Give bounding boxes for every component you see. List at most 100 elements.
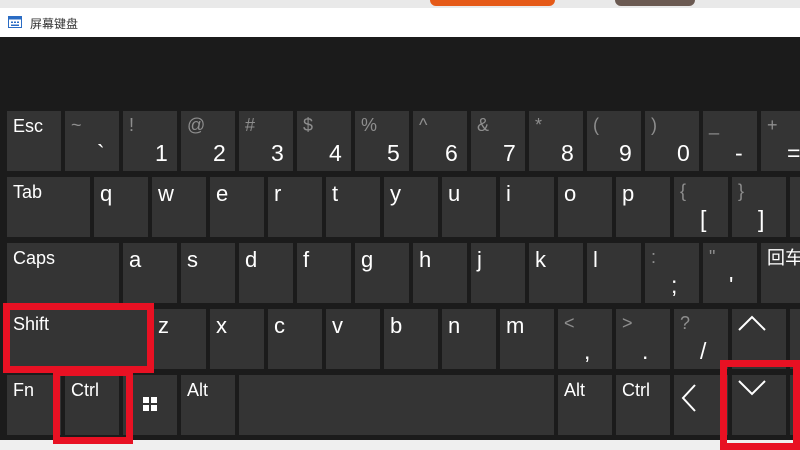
key-x-label: x: [216, 313, 227, 338]
key-comma[interactable]: < ,: [558, 309, 612, 369]
arrow-left-icon: [681, 384, 696, 412]
key-left-bracket[interactable]: { [: [674, 177, 728, 237]
key-alt-left[interactable]: Alt: [181, 375, 235, 435]
key-5[interactable]: % 5: [355, 111, 409, 171]
key-r[interactable]: r: [268, 177, 322, 237]
key-8[interactable]: * 8: [529, 111, 583, 171]
key-2[interactable]: @ 2: [181, 111, 235, 171]
key-g-label: g: [361, 247, 374, 272]
highlight-ctrl-box: [53, 369, 133, 444]
key-d[interactable]: d: [239, 243, 293, 303]
key-semicolon-label: ;: [671, 272, 678, 298]
windows-logo-icon: [143, 397, 157, 411]
key-ctrl-right[interactable]: Ctrl: [616, 375, 670, 435]
key-fn-label: Fn: [13, 380, 35, 400]
key-c[interactable]: c: [268, 309, 322, 369]
highlight-shift-box: [3, 303, 154, 373]
key-e[interactable]: e: [210, 177, 264, 237]
key-4[interactable]: $ 4: [297, 111, 351, 171]
title-bar[interactable]: 屏幕键盘: [0, 8, 800, 37]
key-o-label: o: [564, 181, 577, 206]
key-left-bracket-label: [: [700, 206, 707, 232]
key-m-label: m: [506, 313, 525, 338]
key-3-label: 3: [271, 140, 284, 166]
key-quote[interactable]: " ': [703, 243, 757, 303]
key-q[interactable]: q: [94, 177, 148, 237]
key-j-label: j: [477, 247, 482, 272]
key-m[interactable]: m: [500, 309, 554, 369]
keyboard-header: [0, 37, 800, 105]
key-3-shift-label: #: [245, 115, 256, 135]
key-left-bracket-shift-label: {: [680, 181, 687, 201]
key-z-label: z: [158, 313, 169, 338]
key-b[interactable]: b: [384, 309, 438, 369]
key-equals-shift-label: +: [767, 115, 778, 135]
key-backtick-shift-label: ~: [71, 115, 82, 135]
key-minus-label: -: [735, 140, 743, 166]
key-6-label: 6: [445, 140, 458, 166]
key-w-label: w: [158, 181, 174, 206]
key-e-label: e: [216, 181, 229, 206]
key-equals[interactable]: + =: [761, 111, 800, 171]
key-s[interactable]: s: [181, 243, 235, 303]
key-s-label: s: [187, 247, 198, 272]
key-9[interactable]: ( 9: [587, 111, 641, 171]
key-6[interactable]: ^ 6: [413, 111, 467, 171]
key-alt-right[interactable]: Alt: [558, 375, 612, 435]
key-minus[interactable]: _ -: [703, 111, 757, 171]
key-semicolon[interactable]: : ;: [645, 243, 699, 303]
key-n[interactable]: n: [442, 309, 496, 369]
key-u[interactable]: u: [442, 177, 496, 237]
key-period-label: .: [642, 338, 649, 364]
key-quote-label: ': [729, 272, 734, 298]
key-alt-right-label: Alt: [564, 380, 586, 400]
key-4-shift-label: $: [303, 115, 314, 135]
key-semicolon-shift-label: :: [651, 247, 657, 267]
key-i[interactable]: i: [500, 177, 554, 237]
key-k[interactable]: k: [529, 243, 583, 303]
key-z[interactable]: z: [152, 309, 206, 369]
key-y-label: y: [390, 181, 401, 206]
key-x[interactable]: x: [210, 309, 264, 369]
key-g[interactable]: g: [355, 243, 409, 303]
key-1[interactable]: ! 1: [123, 111, 177, 171]
key-y[interactable]: y: [384, 177, 438, 237]
key-q-label: q: [100, 181, 113, 206]
key-alt-left-label: Alt: [187, 380, 209, 400]
key-right-bracket[interactable]: } ]: [732, 177, 786, 237]
key-f[interactable]: f: [297, 243, 351, 303]
key-enter[interactable]: 回车: [761, 243, 800, 303]
key-slash-shift-label: ?: [680, 313, 691, 333]
key-w[interactable]: w: [152, 177, 206, 237]
key-1-shift-label: !: [129, 115, 135, 135]
key-caps[interactable]: Caps: [7, 243, 119, 303]
arrow-up-icon: [738, 315, 766, 331]
key-u-label: u: [448, 181, 461, 206]
key-3[interactable]: # 3: [239, 111, 293, 171]
key-esc-label: Esc: [13, 116, 44, 136]
key-tab-label: Tab: [13, 182, 43, 202]
key-j[interactable]: j: [471, 243, 525, 303]
key-space[interactable]: [239, 375, 554, 435]
key-a[interactable]: a: [123, 243, 177, 303]
key-i-label: i: [506, 181, 511, 206]
key-l[interactable]: l: [587, 243, 641, 303]
key-7[interactable]: & 7: [471, 111, 525, 171]
key-h[interactable]: h: [413, 243, 467, 303]
key-period[interactable]: > .: [616, 309, 670, 369]
key-p[interactable]: p: [616, 177, 670, 237]
key-esc[interactable]: Esc: [7, 111, 61, 171]
key-t[interactable]: t: [326, 177, 380, 237]
key-tab[interactable]: Tab: [7, 177, 90, 237]
key-9-shift-label: (: [593, 115, 599, 135]
key-backtick[interactable]: ~ `: [65, 111, 119, 171]
key-v[interactable]: v: [326, 309, 380, 369]
key-0-label: 0: [677, 140, 690, 166]
key-1-label: 1: [155, 140, 168, 166]
key-0[interactable]: ) 0: [645, 111, 699, 171]
key-o[interactable]: o: [558, 177, 612, 237]
key-backtick-label: `: [97, 140, 105, 166]
key-comma-label: ,: [584, 338, 591, 364]
key-backslash[interactable]: [790, 177, 800, 237]
key-caps-label: Caps: [13, 248, 56, 268]
